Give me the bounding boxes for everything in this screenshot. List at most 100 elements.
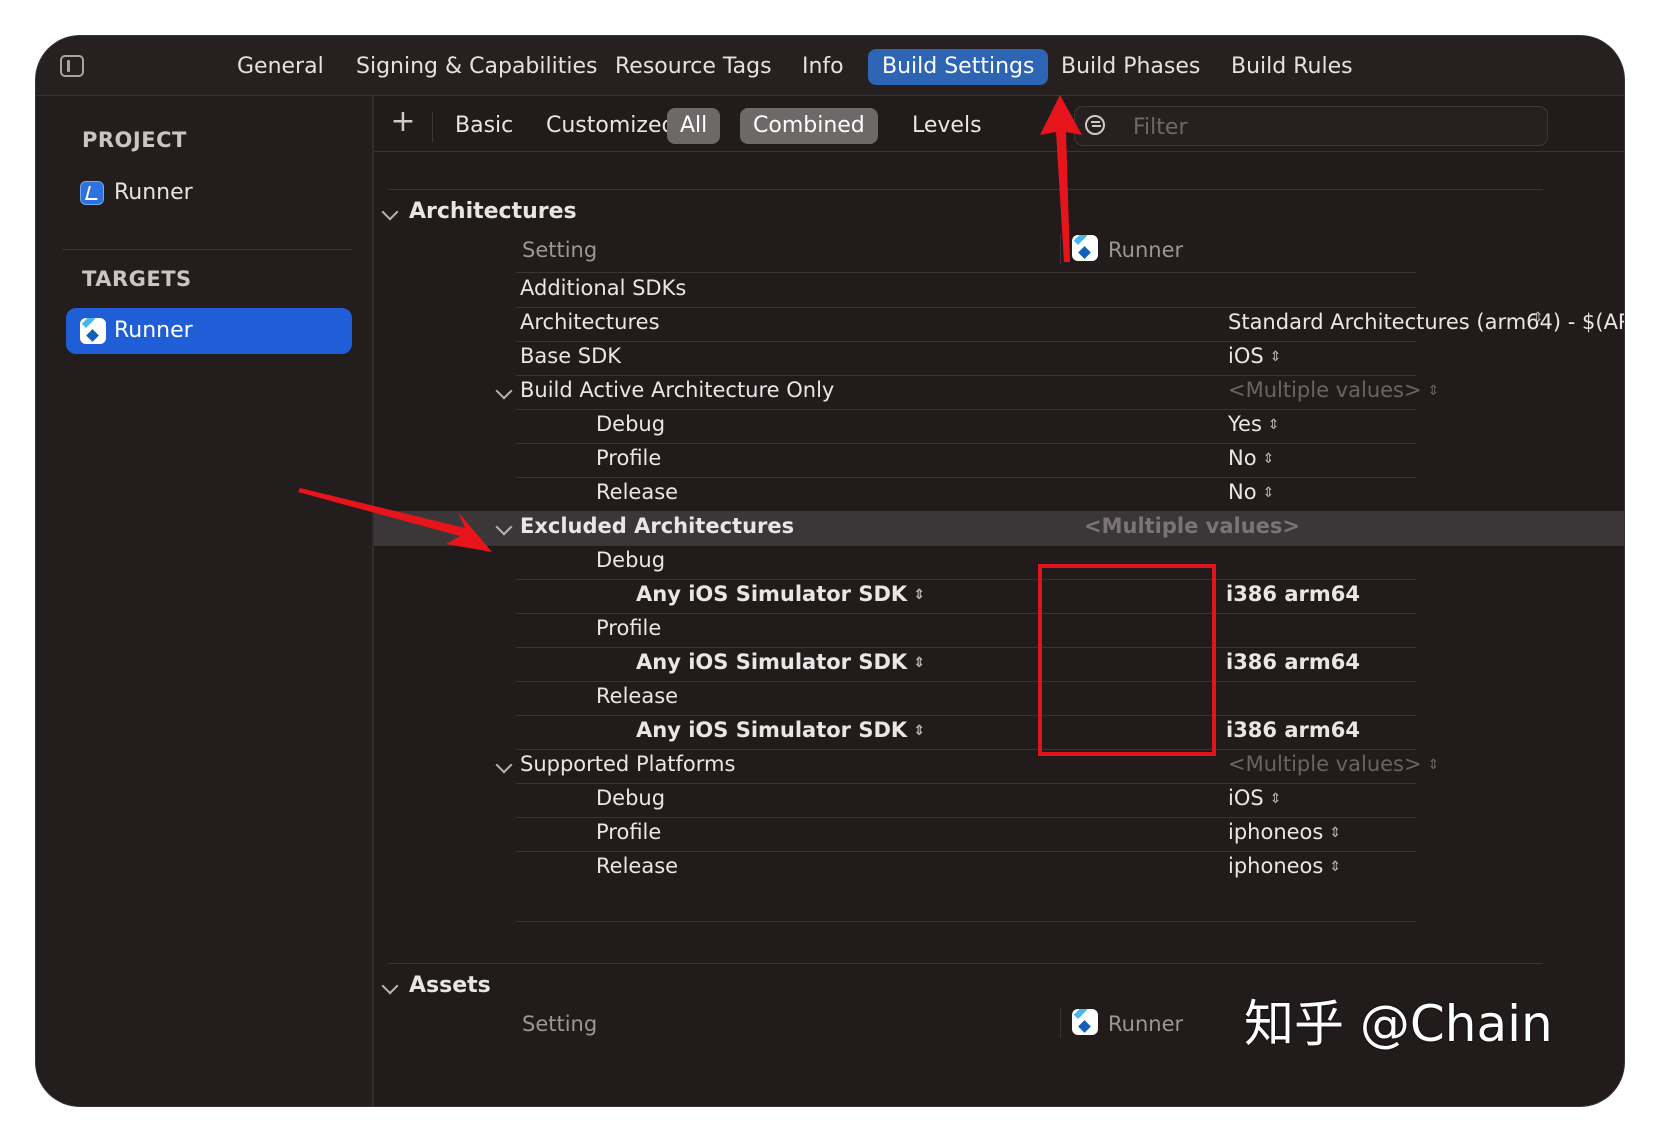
setting-row-additional-sdks[interactable]: Additional SDKs (516, 273, 1416, 308)
add-setting-button[interactable]: + (388, 107, 418, 138)
chevron-down-icon[interactable] (495, 756, 513, 774)
toolbar-separator (374, 151, 1624, 152)
project-section-header: PROJECT (82, 128, 187, 152)
group-title-assets[interactable]: Assets (409, 973, 491, 998)
tab-build-rules[interactable]: Build Rules (1217, 49, 1367, 85)
sidebar-item-target-runner[interactable]: Runner (66, 308, 352, 354)
setting-row-debug[interactable]: Debug Yes ⇕ (516, 409, 1416, 444)
chevron-down-icon[interactable] (495, 382, 513, 400)
filter-all-button[interactable]: All (667, 108, 721, 144)
tab-info[interactable]: Info (788, 49, 858, 85)
sidebar-item-label: Runner (114, 180, 193, 205)
setting-value: iOS (1228, 344, 1264, 368)
build-settings-editor: + Basic Customized All Combined Levels A… (374, 96, 1624, 1106)
filter-input[interactable] (1131, 111, 1535, 143)
setting-value-cell[interactable]: iphoneos ⇕ (1228, 820, 1341, 844)
setting-value[interactable]: i386 arm64 (1226, 582, 1360, 606)
annotation-highlight-box (1038, 564, 1216, 756)
stepper-icon[interactable]: ⇕ (913, 723, 925, 739)
setting-row-profile[interactable]: Profile (516, 613, 1416, 648)
stepper-icon: ⇕ (1267, 417, 1280, 433)
targets-section-header: TARGETS (82, 267, 192, 291)
xcode-window: General Signing & Capabilities Resource … (36, 36, 1624, 1106)
setting-value[interactable]: i386 arm64 (1226, 650, 1360, 674)
column-header-setting: Setting (522, 1012, 598, 1036)
tab-general[interactable]: General (223, 49, 338, 85)
stepper-icon[interactable]: ⇕ (1532, 310, 1544, 326)
view-levels-button[interactable]: Levels (899, 108, 995, 144)
setting-name: Base SDK (520, 344, 622, 368)
setting-value: iphoneos (1228, 820, 1324, 844)
setting-value[interactable]: i386 arm64 (1226, 718, 1360, 742)
stepper-icon: ⇕ (1329, 825, 1342, 841)
setting-name: Release (596, 684, 679, 708)
setting-name-cell: Any iOS Simulator SDK ⇕ (636, 582, 925, 606)
setting-value-cell[interactable]: iOS ⇕ (1228, 786, 1281, 810)
stepper-icon[interactable]: ⇕ (913, 587, 925, 603)
tab-build-settings[interactable]: Build Settings (868, 49, 1049, 85)
setting-row-debug[interactable]: Debug (516, 545, 1416, 580)
setting-name: Architectures (520, 310, 660, 334)
setting-row-release[interactable]: Release (516, 681, 1416, 716)
setting-value-cell[interactable]: <Multiple values> ⇕ (1228, 752, 1439, 776)
stepper-icon: ⇕ (1427, 757, 1440, 773)
setting-value-cell[interactable]: <Multiple values> ⇕ (1228, 378, 1439, 402)
setting-name: Any iOS Simulator SDK (636, 718, 908, 742)
stepper-icon[interactable]: ⇕ (913, 655, 925, 671)
setting-row-release[interactable]: Release No ⇕ (516, 477, 1416, 512)
tab-build-phases[interactable]: Build Phases (1047, 49, 1214, 85)
tab-resource-tags[interactable]: Resource Tags (601, 49, 786, 85)
setting-row-release[interactable]: Release iphoneos ⇕ (516, 851, 1416, 885)
column-header-setting: Setting (522, 238, 598, 262)
stepper-icon: ⇕ (1269, 791, 1282, 807)
setting-row-supported-platforms[interactable]: Supported Platforms <Multiple values> ⇕ (516, 749, 1439, 784)
setting-value-cell[interactable]: No ⇕ (1228, 446, 1274, 470)
setting-row-build-active-arch[interactable]: Build Active Architecture Only <Multiple… (516, 375, 1439, 410)
setting-row-base-sdk[interactable]: Base SDK iOS ⇕ (516, 341, 1416, 376)
project-navigator-sidebar: PROJECT Runner TARGETS Runner (36, 96, 374, 1106)
view-combined-button[interactable]: Combined (740, 108, 878, 144)
xcode-project-icon (80, 181, 104, 205)
setting-row-profile[interactable]: Profile iphoneos ⇕ (516, 817, 1416, 852)
setting-row-debug[interactable]: Debug iOS ⇕ (516, 783, 1416, 818)
filter-customized-button[interactable]: Customized (533, 108, 688, 144)
setting-name: Debug (596, 786, 666, 810)
setting-row-profile[interactable]: Profile No ⇕ (516, 443, 1416, 478)
setting-row-any-ios-simulator-sdk[interactable]: Any iOS Simulator SDK ⇕ i386 arm64 (516, 715, 1416, 750)
filter-field[interactable] (1074, 106, 1548, 146)
group-end-separator (516, 921, 1416, 922)
editor-tab-bar: General Signing & Capabilities Resource … (36, 36, 1624, 96)
setting-name: Profile (596, 820, 662, 844)
setting-name: Supported Platforms (520, 752, 736, 776)
setting-value: No (1228, 446, 1257, 470)
setting-name: Profile (596, 616, 662, 640)
setting-value[interactable]: <Multiple values> (1084, 514, 1300, 538)
filter-basic-button[interactable]: Basic (442, 108, 526, 144)
setting-row-architectures[interactable]: Architectures Standard Architectures (ar… (516, 307, 1624, 342)
setting-name: Debug (596, 412, 666, 436)
chevron-down-icon[interactable] (381, 977, 399, 995)
flutter-app-icon (1072, 235, 1098, 261)
column-divider (1060, 1008, 1061, 1038)
setting-value[interactable]: Standard Architectures (arm64) - $(ARCH.… (1228, 310, 1624, 334)
stepper-icon: ⇕ (1427, 383, 1440, 399)
sidebar-divider (62, 249, 352, 250)
setting-value: Yes (1228, 412, 1262, 436)
setting-row-any-ios-simulator-sdk[interactable]: Any iOS Simulator SDK ⇕ i386 arm64 (516, 579, 1416, 614)
chevron-down-icon[interactable] (381, 203, 399, 221)
setting-row-excluded-architectures[interactable]: Excluded Architectures <Multiple values> (374, 511, 1624, 546)
setting-value-cell[interactable]: iOS ⇕ (1228, 344, 1281, 368)
sidebar-toggle-icon[interactable] (60, 55, 84, 77)
setting-row-any-ios-simulator-sdk[interactable]: Any iOS Simulator SDK ⇕ i386 arm64 (516, 647, 1416, 682)
setting-value: <Multiple values> (1228, 378, 1422, 402)
group-separator (388, 963, 1543, 964)
column-header-runner: Runner (1108, 238, 1184, 262)
setting-value-cell[interactable]: Yes ⇕ (1228, 412, 1280, 436)
setting-value-cell[interactable]: iphoneos ⇕ (1228, 854, 1341, 878)
sidebar-item-project-runner[interactable]: Runner (66, 170, 352, 216)
setting-name: Any iOS Simulator SDK (636, 582, 908, 606)
tab-signing-capabilities[interactable]: Signing & Capabilities (342, 49, 611, 85)
group-title-architectures[interactable]: Architectures (409, 199, 577, 224)
setting-value-cell[interactable]: No ⇕ (1228, 480, 1274, 504)
setting-value: iOS (1228, 786, 1264, 810)
